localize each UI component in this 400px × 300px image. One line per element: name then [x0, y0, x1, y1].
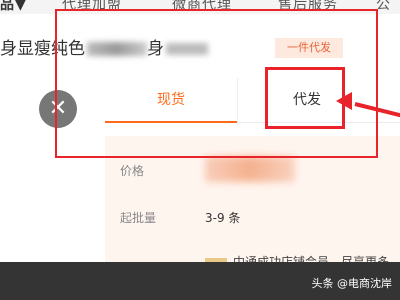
moq-value: 3-9 条 [205, 211, 241, 225]
nav-item-category[interactable]: 品▼ [0, 0, 27, 14]
blurred-price [205, 156, 295, 182]
moq-label: 起批量 [120, 211, 157, 225]
annotation-dropship-box [265, 67, 345, 129]
watermark: 头条 @电商沈岸 [311, 277, 393, 290]
price-label: 价格 [120, 164, 145, 178]
annotation-arrow-head [336, 92, 352, 110]
nav-item-company[interactable]: 公 [376, 0, 391, 14]
